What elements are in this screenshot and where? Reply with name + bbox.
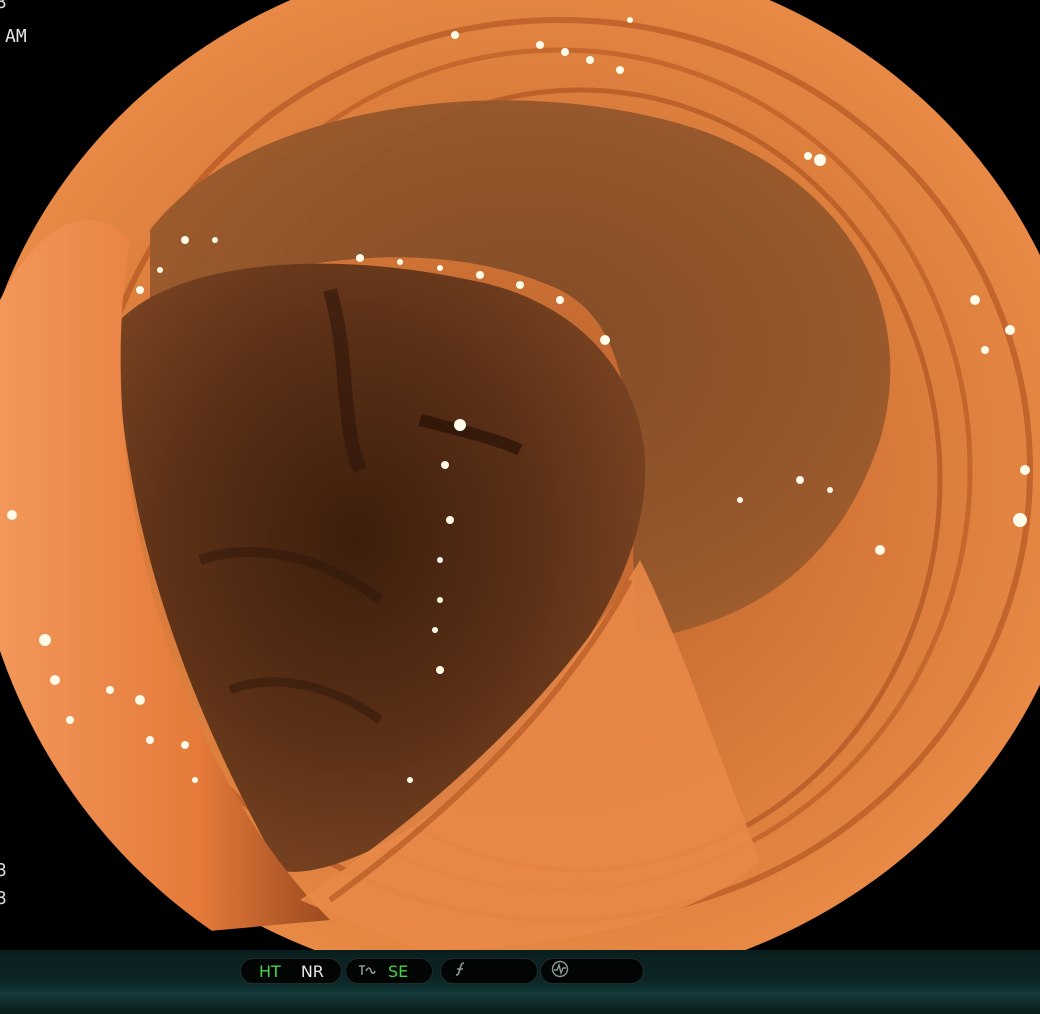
edge-mark: 3 <box>0 888 7 909</box>
endoscope-view: AM 3 3 3 <box>0 0 1040 950</box>
colon-lumen-image <box>0 0 1040 950</box>
function-indicator-group <box>440 958 538 984</box>
time-suffix-label: AM <box>5 26 27 47</box>
se-indicator-group: SE <box>345 958 433 984</box>
waveform-icon <box>551 960 569 982</box>
status-bar-lower-band <box>0 992 1040 1014</box>
edge-mark: 3 <box>0 0 7 13</box>
structure-enhance-icon <box>358 962 376 981</box>
nr-indicator: NR <box>300 961 324 981</box>
edge-mark: 3 <box>0 860 7 881</box>
ht-indicator: HT <box>259 961 281 981</box>
waveform-indicator-group <box>540 958 644 984</box>
processor-status-bar: HT NR SE <box>0 950 1040 1014</box>
ht-nr-indicator-group: HT NR <box>240 958 342 984</box>
function-icon <box>453 961 469 981</box>
se-indicator: SE <box>388 961 409 981</box>
